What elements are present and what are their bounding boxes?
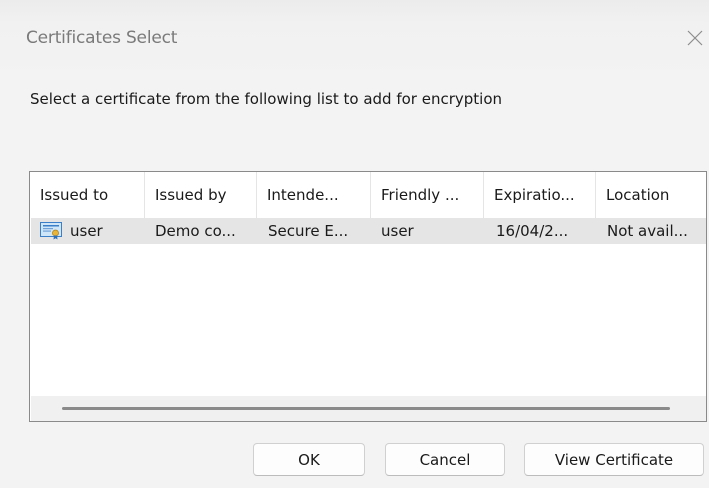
horizontal-scrollbar[interactable] [31, 396, 706, 421]
column-header-friendly-name[interactable]: Friendly ... [371, 172, 484, 218]
close-button[interactable] [680, 20, 709, 56]
cell-friendly-name: user [381, 222, 414, 240]
table-row[interactable]: user Demo co... Secure E... user 16/04/2… [31, 218, 706, 244]
cancel-button[interactable]: Cancel [385, 443, 505, 476]
certificates-select-dialog: Certificates Select Select a certificate… [0, 0, 709, 488]
dialog-title: Certificates Select [26, 28, 178, 48]
scrollbar-thumb[interactable] [62, 407, 670, 410]
cell-issued-to: user [70, 222, 103, 240]
list-header: Issued to Issued by Intende... Friendly … [30, 172, 706, 218]
column-header-issued-by[interactable]: Issued by [145, 172, 257, 218]
ok-button[interactable]: OK [253, 443, 365, 476]
column-header-intended-purposes[interactable]: Intende... [257, 172, 371, 218]
instruction-text: Select a certificate from the following … [30, 90, 503, 108]
certificate-icon [40, 222, 62, 240]
cell-intended-purposes: Secure E... [268, 222, 349, 240]
close-icon [687, 30, 702, 46]
column-header-issued-to[interactable]: Issued to [30, 172, 145, 218]
title-bar: Certificates Select [0, 0, 709, 78]
cell-expiration-date: 16/04/2... [496, 222, 569, 240]
column-header-expiration-date[interactable]: Expiratio... [484, 172, 596, 218]
cell-issued-by: Demo co... [155, 222, 236, 240]
column-header-location[interactable]: Location [596, 172, 706, 218]
view-certificate-button[interactable]: View Certificate [524, 443, 704, 476]
cell-location: Not avail... [607, 222, 688, 240]
certificate-list[interactable]: Issued to Issued by Intende... Friendly … [29, 171, 707, 422]
